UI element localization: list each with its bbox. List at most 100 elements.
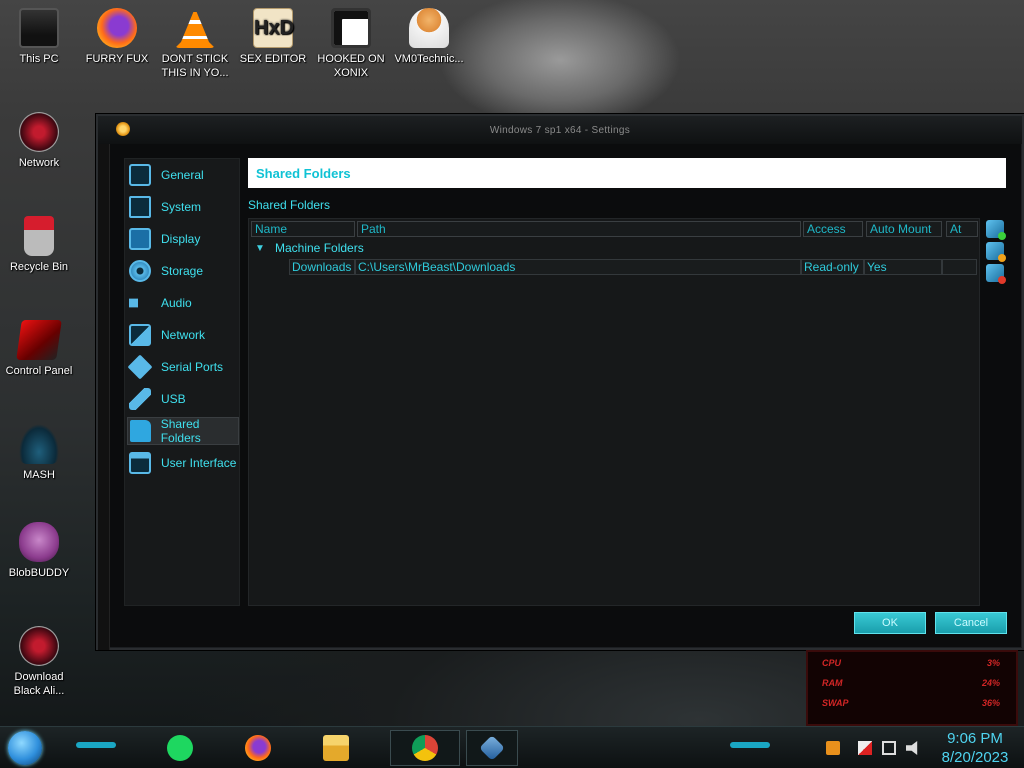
window-title: Windows 7 sp1 x64 - Settings [489,125,631,136]
desktop-icon-sex-editor[interactable]: HxD SEX EDITOR [234,8,312,66]
nav-item-storage[interactable]: Storage [127,257,239,285]
nav-item-display[interactable]: Display [127,225,239,253]
ok-button[interactable]: OK [854,612,926,634]
mash-icon [19,424,59,464]
section-label: Shared Folders [248,198,331,212]
chip-icon [129,196,151,218]
computer-icon [19,8,59,48]
gadget-value: 3% [986,658,1000,668]
resource-monitor-gadget: CPU 3% RAM 24% SWAP 36% [806,650,1018,726]
cancel-button[interactable]: Cancel [935,612,1007,634]
gadget-row-cpu: CPU 3% [822,658,1006,672]
speaker-icon [129,292,147,314]
column-header-at[interactable]: At [946,221,978,237]
desktop-icon-download-black-ali[interactable]: Download Black Ali... [0,626,78,698]
chrome-icon [412,735,438,761]
spotify-icon [167,735,193,761]
monitor-icon [129,164,151,186]
gadget-row-swap: SWAP 36% [822,698,1006,712]
download-orb-icon [19,626,59,666]
desktop-icon-vm0technic[interactable]: VM0Technic... [390,8,468,66]
tree-group-machine-folders[interactable]: Machine Folders [275,241,364,255]
taskbar-app-chrome[interactable] [390,730,460,766]
desktop-icon-this-pc[interactable]: This PC [0,8,78,66]
desktop-icon-mash[interactable]: MASH [0,424,78,482]
column-header-auto-mount[interactable]: Auto Mount [866,221,942,237]
nav-item-user-interface[interactable]: User Interface [127,449,239,477]
desktop-icon-control-panel[interactable]: Control Panel [0,320,78,378]
shared-folders-table[interactable]: Name Path Access Auto Mount At ▼ Machine… [248,218,980,606]
start-button[interactable] [8,731,42,765]
window-icon [129,452,151,474]
cell-access: Read-only [801,259,864,275]
taskbar-app-file-explorer[interactable] [318,730,354,766]
desktop-icon-recycle-bin[interactable]: Recycle Bin [0,216,78,274]
column-header-path[interactable]: Path [357,221,801,237]
hxd-icon: HxD [253,8,294,48]
taskbar-app-firefox[interactable] [240,730,276,766]
tree-expand-icon[interactable]: ▼ [255,243,265,254]
nav-item-serial-ports[interactable]: Serial Ports [127,353,239,381]
remove-folder-icon[interactable] [986,264,1006,284]
taskbar-decoration [730,742,770,748]
action-center-icon[interactable] [826,741,840,755]
window-left-frame [98,144,110,650]
column-header-name[interactable]: Name [251,221,355,237]
edit-folder-icon[interactable] [986,242,1006,262]
gadget-label: RAM [822,678,843,688]
folder-toolbar [986,220,1008,286]
nav-item-network[interactable]: Network [127,321,239,349]
desktop-icon-blobbuddy[interactable]: BlobBUDDY [0,522,78,580]
gadget-label: SWAP [822,698,849,708]
table-row[interactable]: Downloads C:\Users\MrBeast\Downloads Rea… [289,259,979,275]
cell-path: C:\Users\MrBeast\Downloads [355,259,801,275]
network-icon [129,324,151,346]
gadget-value: 36% [981,698,1000,708]
nav-item-audio[interactable]: Audio [127,289,239,317]
gadget-value: 24% [981,678,1000,688]
display-icon [129,228,151,250]
taskbar: 9:06 PM 8/20/2023 [0,726,1024,768]
control-panel-icon [16,320,62,360]
title-bar[interactable]: Windows 7 sp1 x64 - Settings [98,116,1022,144]
firefox-icon [97,8,137,48]
taskbar-decoration [76,742,116,748]
desktop-icon-xonix[interactable]: HOOKED ON XONIX [312,8,390,80]
settings-window: Windows 7 sp1 x64 - Settings General Sys… [96,114,1024,650]
recycle-bin-icon [24,216,54,256]
taskbar-app-virtualbox[interactable] [466,730,518,766]
cell-name: Downloads [289,259,355,275]
desktop-icon-furry-fux[interactable]: FURRY FUX [78,8,156,66]
gadget-row-ram: RAM 24% [822,678,1006,692]
add-folder-icon[interactable] [986,220,1006,240]
virtualbox-icon [479,735,505,761]
settings-content: Shared Folders Shared Folders Name Path … [248,158,1010,606]
serial-port-icon [127,354,153,380]
bonzi-icon [19,522,59,562]
nav-item-system[interactable]: System [127,193,239,221]
file-explorer-icon [323,735,349,761]
volume-icon[interactable] [906,741,918,755]
folder-icon [130,420,151,442]
nav-item-shared-folders[interactable]: Shared Folders [127,417,239,445]
nav-item-general[interactable]: General [127,161,239,189]
clock-time[interactable]: 9:06 PM [930,730,1020,747]
column-header-access[interactable]: Access [803,221,863,237]
gadget-label: CPU [822,658,842,668]
page-title: Shared Folders [248,158,1006,188]
cell-auto-mount: Yes [864,259,942,275]
desktop-icon-vlc[interactable]: DONT STICK THIS IN YO... [156,8,234,80]
flag-icon[interactable] [858,741,872,755]
desktop-icon-network[interactable]: Network [0,112,78,170]
disc-icon [129,260,151,282]
network-orb-icon [19,112,59,152]
doctor-icon [409,8,449,48]
nav-item-usb[interactable]: USB [127,385,239,413]
clock-date[interactable]: 8/20/2023 [930,749,1020,766]
firefox-icon [245,735,271,761]
network-tray-icon[interactable] [882,741,896,755]
usb-icon [129,388,151,410]
cell-at [942,259,977,275]
taskbar-app-spotify[interactable] [162,730,198,766]
xonix-icon [331,8,371,48]
